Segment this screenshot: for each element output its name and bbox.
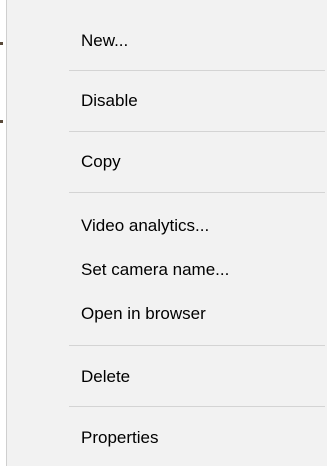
menu-separator [69,345,325,346]
menu-item-delete[interactable]: Delete [8,359,325,395]
menu-item-set-camera-name[interactable]: Set camera name... [8,252,325,288]
context-menu: New... Disable Copy Video analytics... S… [6,0,327,466]
menu-item-video-analytics[interactable]: Video analytics... [8,208,325,244]
menu-separator [69,406,325,407]
menu-item-disable[interactable]: Disable [8,83,325,119]
background-artifact [0,120,3,123]
menu-separator [69,131,325,132]
menu-item-copy[interactable]: Copy [8,144,325,180]
menu-item-properties[interactable]: Properties [8,420,325,456]
menu-separator [69,70,325,71]
menu-item-open-in-browser[interactable]: Open in browser [8,296,325,332]
menu-item-new[interactable]: New... [8,23,325,59]
background-artifact [0,42,3,45]
menu-separator [69,192,325,193]
